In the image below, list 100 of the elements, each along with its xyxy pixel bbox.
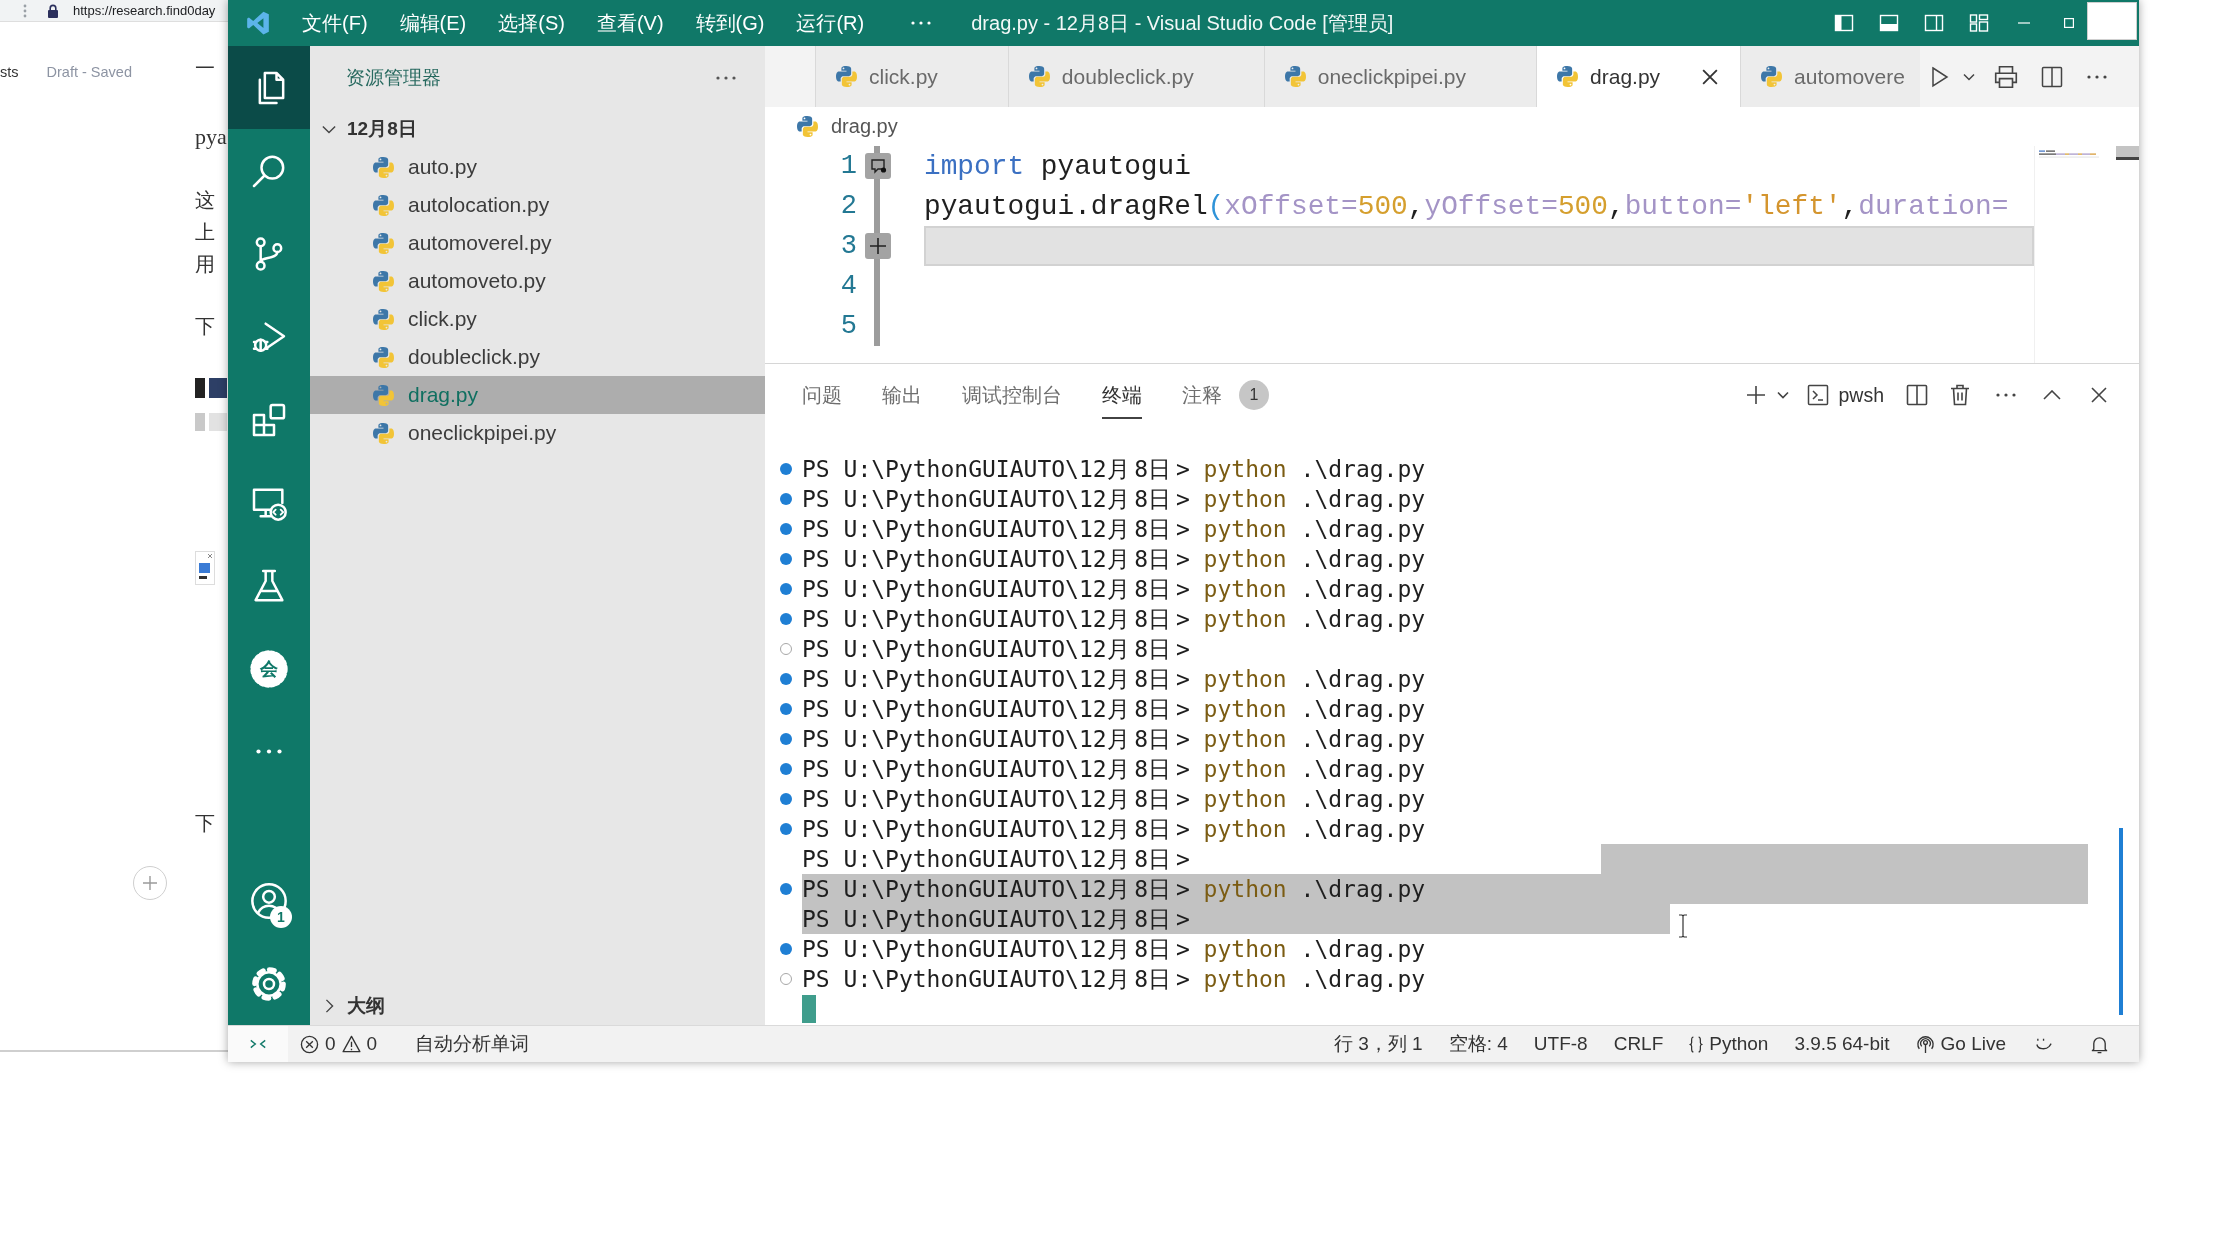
code-line: import pyautogui xyxy=(924,150,1191,182)
command-success-icon[interactable] xyxy=(780,463,792,475)
go-live-button[interactable]: Go Live xyxy=(1902,1026,2019,1062)
accounts-button[interactable]: 1 xyxy=(228,859,310,942)
blank-panel xyxy=(2087,2,2137,40)
editor-tab[interactable]: automovere xyxy=(1740,46,1920,107)
menu-item[interactable]: 编辑(E) xyxy=(383,0,483,46)
command-success-icon[interactable] xyxy=(780,583,792,595)
panel-tab[interactable]: 输出 xyxy=(882,371,922,419)
python-file-icon xyxy=(373,384,394,406)
status-item[interactable]: 行 3，列 1 xyxy=(1321,1026,1436,1062)
file-item[interactable]: doubleclick.py xyxy=(310,338,765,376)
outline-section-header[interactable]: 大纲 xyxy=(310,987,765,1025)
more-icon[interactable] xyxy=(2087,74,2107,79)
panel-tab[interactable]: 终端 xyxy=(1102,371,1142,419)
command-success-icon[interactable] xyxy=(780,703,792,715)
menu-item[interactable]: 转到(G) xyxy=(679,0,781,46)
file-item[interactable]: automoverel.py xyxy=(310,224,765,262)
bell-icon[interactable] xyxy=(2090,1034,2109,1054)
more-icon[interactable] xyxy=(716,76,736,80)
command-success-icon[interactable] xyxy=(780,883,792,895)
language-button[interactable]: Python xyxy=(1676,1026,1782,1062)
image-thumbnail[interactable] xyxy=(195,378,205,398)
plus-icon[interactable] xyxy=(1746,385,1767,405)
menu-item[interactable]: 查看(V) xyxy=(580,0,680,46)
breadcrumb-item[interactable]: drag.py xyxy=(831,115,898,138)
warning-icon xyxy=(341,1034,361,1054)
editor-tab[interactable]: doubleclick.py xyxy=(1007,46,1264,107)
chevron-down-icon[interactable] xyxy=(1963,72,1975,81)
command-success-icon[interactable] xyxy=(780,763,792,775)
lock-icon xyxy=(47,3,59,18)
minimap[interactable] xyxy=(2039,150,2099,158)
status-item[interactable]: UTF-8 xyxy=(1520,1026,1601,1062)
scrollbar-thumb[interactable] xyxy=(2116,146,2139,160)
command-success-icon[interactable] xyxy=(780,823,792,835)
panel-tab[interactable]: 调试控制台 xyxy=(962,371,1062,419)
file-item[interactable]: automoveto.py xyxy=(310,262,765,300)
image-thumbnail[interactable] xyxy=(195,413,205,431)
editor-tab[interactable]: oneclickpipei.py xyxy=(1263,46,1537,107)
split-editor-icon[interactable] xyxy=(2041,65,2063,88)
left-sidebar-toggle-icon[interactable] xyxy=(1833,13,1854,33)
file-item[interactable]: auto.py xyxy=(310,148,765,186)
command-success-icon[interactable] xyxy=(780,793,792,805)
run-icon[interactable] xyxy=(1931,65,1949,88)
terminal-cursor xyxy=(802,995,816,1023)
command-success-icon[interactable] xyxy=(780,493,792,505)
comment-gutter-icon[interactable] xyxy=(864,153,891,179)
status-item[interactable]: 自动分析单词 xyxy=(402,1026,543,1062)
folder-item[interactable]: 12月8日 xyxy=(310,110,765,148)
trash-icon[interactable] xyxy=(1950,384,1970,406)
python-file-icon xyxy=(373,422,394,444)
panel-tab[interactable]: 问题 xyxy=(802,371,842,419)
command-success-icon[interactable] xyxy=(780,943,792,955)
broadcast-icon xyxy=(1915,1034,1935,1054)
status-item[interactable]: 空格: 4 xyxy=(1435,1026,1521,1062)
command-success-icon[interactable] xyxy=(780,553,792,565)
more-icon[interactable] xyxy=(1996,393,2016,397)
command-success-icon[interactable] xyxy=(780,613,792,625)
error-icon xyxy=(300,1034,319,1054)
image-thumbnail[interactable] xyxy=(209,413,227,431)
close-icon[interactable] xyxy=(2091,387,2107,403)
status-item[interactable]: 3.9.5 64-bit xyxy=(1781,1026,1903,1062)
more-icon[interactable] xyxy=(911,21,932,25)
panel-tab[interactable]: 注释 1 xyxy=(1182,370,1269,420)
chevron-up-icon[interactable] xyxy=(2043,390,2061,400)
menu-item[interactable]: 选择(S) xyxy=(482,0,581,46)
problems-button[interactable]: 0 0 xyxy=(288,1026,391,1062)
close-icon[interactable] xyxy=(1702,68,1719,85)
activity-tab[interactable]: 会 xyxy=(228,627,310,710)
status-item[interactable]: CRLF xyxy=(1600,1026,1677,1062)
braces-icon xyxy=(1689,1034,1704,1054)
article-text: 这 xyxy=(195,188,216,213)
file-item[interactable]: click.py xyxy=(310,300,765,338)
printer-icon[interactable] xyxy=(1993,63,2019,90)
nav-link[interactable]: sts xyxy=(0,64,19,80)
right-sidebar-toggle-icon[interactable] xyxy=(1923,13,1944,33)
python-file-icon xyxy=(1761,66,1783,87)
minimize-icon[interactable] xyxy=(2017,22,2030,24)
image-thumbnail[interactable] xyxy=(209,378,227,398)
file-item[interactable]: autolocation.py xyxy=(310,186,765,224)
split-terminal-icon[interactable] xyxy=(1906,384,1928,406)
terminal-profile-button[interactable]: pwsh xyxy=(1807,383,1884,407)
add-comment-icon[interactable] xyxy=(864,233,891,259)
url-text[interactable]: https://research.find0day xyxy=(73,3,216,18)
layout-icon[interactable] xyxy=(1968,13,1989,33)
editor-tab[interactable]: click.py xyxy=(815,46,1008,107)
command-success-icon[interactable] xyxy=(780,733,792,745)
python-file-icon xyxy=(1028,66,1050,87)
sidebar-title: 资源管理器 xyxy=(346,66,441,90)
restore-icon[interactable] xyxy=(2063,18,2074,28)
activity-tab[interactable] xyxy=(228,46,310,129)
editor-tab[interactable]: drag.py xyxy=(1536,46,1741,107)
command-success-icon[interactable] xyxy=(780,673,792,685)
menu-item[interactable]: 运行(R) xyxy=(780,0,881,46)
panel-toggle-icon[interactable] xyxy=(1878,13,1899,33)
command-success-icon[interactable] xyxy=(780,523,792,535)
chevron-down-icon[interactable] xyxy=(1777,391,1790,399)
file-item[interactable]: oneclickpipei.py xyxy=(310,414,765,452)
menu-item[interactable]: 文件(F) xyxy=(286,0,384,46)
more-icon xyxy=(255,749,283,754)
